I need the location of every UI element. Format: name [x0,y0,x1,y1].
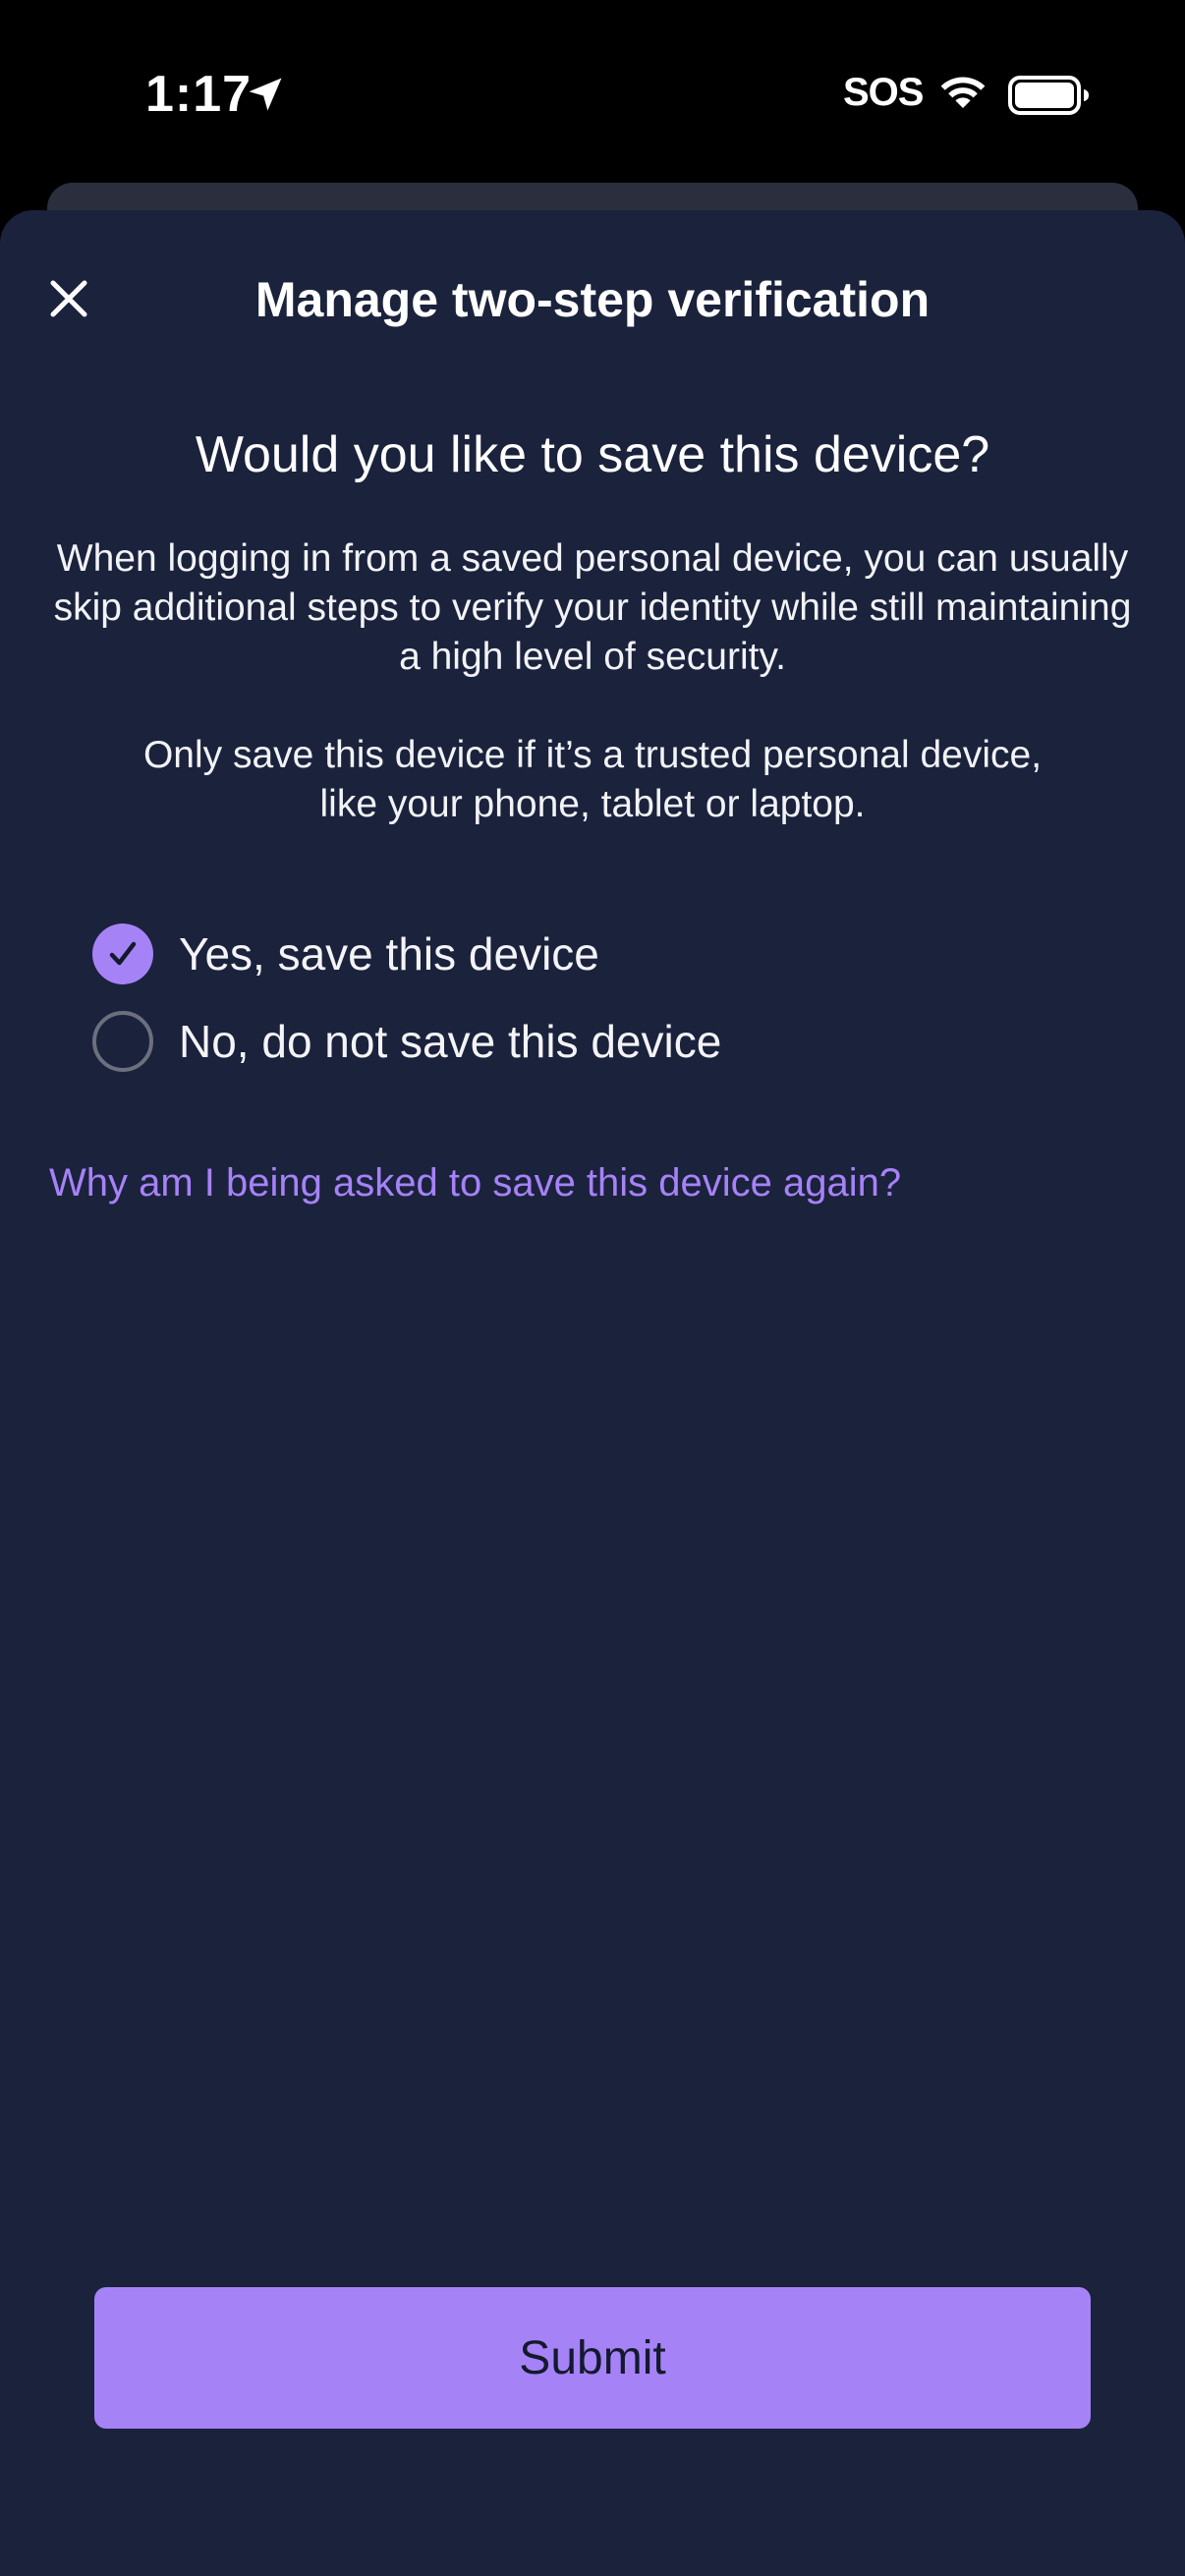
modal-sheet: Manage two-step verification Would you l… [0,210,1185,2576]
sos-indicator: SOS [843,71,924,114]
status-bar: 1:17 SOS [0,0,1185,187]
question-heading: Would you like to save this device? [195,426,990,483]
description-paragraph: When logging in from a saved personal de… [53,537,1132,678]
help-link[interactable]: Why am I being asked to save this device… [49,1161,901,1205]
radio-checked-icon[interactable] [92,924,153,984]
option-label: No, do not save this device [179,1016,722,1067]
status-time: 1:17 [145,66,253,123]
page-title: Manage two-step verification [254,272,931,327]
battery-icon [1008,76,1089,115]
checkmark-icon [109,941,137,966]
location-arrow-icon [249,78,282,111]
option-label: Yes, save this device [179,928,599,980]
option-save-device[interactable]: Yes, save this device [92,920,599,988]
wifi-icon [940,77,986,108]
trust-note-paragraph: Only save this device if it’s a trusted … [142,734,1043,825]
submit-button[interactable]: Submit [94,2287,1091,2429]
option-do-not-save-device[interactable]: No, do not save this device [92,1007,721,1076]
radio-unchecked-icon[interactable] [92,1011,153,1072]
